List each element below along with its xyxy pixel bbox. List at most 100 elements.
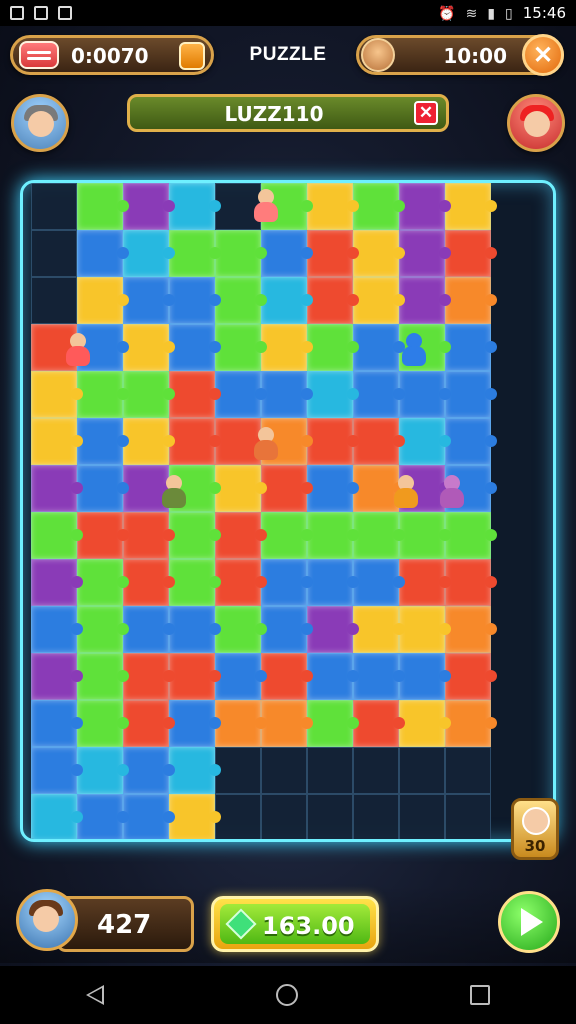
puzzle-piece[interactable] [261, 465, 313, 512]
pause-button[interactable] [179, 42, 205, 70]
puzzle-piece[interactable] [77, 794, 129, 839]
puzzle-piece[interactable] [307, 606, 359, 653]
puzzle-piece[interactable] [261, 700, 313, 747]
puzzle-piece[interactable] [399, 559, 451, 606]
close-button[interactable]: ✕ [522, 34, 564, 76]
puzzle-piece[interactable] [261, 371, 313, 418]
empty-slot[interactable] [399, 794, 445, 839]
puzzle-piece[interactable] [77, 653, 129, 700]
empty-slot[interactable] [261, 747, 307, 794]
puzzle-piece[interactable] [445, 277, 497, 324]
puzzle-piece[interactable] [353, 559, 405, 606]
puzzle-piece[interactable] [445, 559, 497, 606]
puzzle-piece[interactable] [353, 700, 405, 747]
puzzle-piece[interactable] [123, 230, 175, 277]
puzzle-piece[interactable] [31, 512, 83, 559]
empty-slot[interactable] [353, 794, 399, 839]
puzzle-piece[interactable] [445, 324, 497, 371]
puzzle-piece[interactable] [77, 700, 129, 747]
puzzle-piece[interactable] [261, 653, 313, 700]
empty-slot[interactable] [445, 794, 491, 839]
puzzle-piece[interactable] [77, 418, 129, 465]
puzzle-piece[interactable] [307, 230, 359, 277]
puzzle-piece[interactable] [353, 653, 405, 700]
puzzle-piece[interactable] [215, 606, 267, 653]
recent-apps-icon[interactable] [470, 985, 490, 1005]
puzzle-piece[interactable] [261, 606, 313, 653]
puzzle-piece[interactable] [123, 418, 175, 465]
puzzle-piece[interactable] [169, 606, 221, 653]
empty-slot[interactable] [261, 794, 307, 839]
puzzle-piece[interactable] [31, 794, 83, 839]
puzzle-piece[interactable] [445, 371, 497, 418]
puzzle-piece[interactable] [445, 700, 497, 747]
puzzle-piece[interactable] [215, 324, 267, 371]
puzzle-piece[interactable] [445, 606, 497, 653]
puzzle-piece[interactable] [399, 230, 451, 277]
puzzle-piece[interactable] [169, 418, 221, 465]
puzzle-piece[interactable] [215, 512, 267, 559]
puzzle-piece[interactable] [77, 512, 129, 559]
puzzle-piece[interactable] [445, 230, 497, 277]
puzzle-piece[interactable] [169, 700, 221, 747]
puzzle-piece[interactable] [169, 277, 221, 324]
puzzle-piece[interactable] [445, 653, 497, 700]
puzzle-piece[interactable] [215, 700, 267, 747]
empty-slot[interactable] [307, 747, 353, 794]
empty-slot[interactable] [445, 747, 491, 794]
puzzle-piece[interactable] [399, 277, 451, 324]
player-avatar[interactable] [11, 94, 69, 152]
puzzle-piece[interactable] [123, 794, 175, 839]
puzzle-piece[interactable] [123, 512, 175, 559]
puzzle-piece[interactable] [353, 183, 405, 230]
puzzle-piece[interactable] [399, 606, 451, 653]
puzzle-piece[interactable] [399, 183, 451, 230]
puzzle-piece[interactable] [169, 183, 221, 230]
puzzle-piece[interactable] [77, 747, 129, 794]
puzzle-piece[interactable] [123, 183, 175, 230]
puzzle-piece[interactable] [307, 512, 359, 559]
puzzle-piece[interactable] [169, 512, 221, 559]
puzzle-piece[interactable] [123, 277, 175, 324]
puzzle-piece[interactable] [31, 371, 83, 418]
empty-slot[interactable] [215, 747, 261, 794]
puzzle-piece[interactable] [353, 371, 405, 418]
puzzle-piece[interactable] [261, 277, 313, 324]
puzzle-piece[interactable] [169, 747, 221, 794]
puzzle-piece[interactable] [353, 277, 405, 324]
puzzle-piece[interactable] [123, 559, 175, 606]
puzzle-piece[interactable] [31, 559, 83, 606]
puzzle-piece[interactable] [307, 324, 359, 371]
puzzle-piece[interactable] [77, 183, 129, 230]
empty-slot[interactable] [399, 747, 445, 794]
puzzle-piece[interactable] [169, 371, 221, 418]
puzzle-piece[interactable] [307, 183, 359, 230]
puzzle-piece[interactable] [169, 653, 221, 700]
puzzle-piece[interactable] [307, 653, 359, 700]
puzzle-piece[interactable] [123, 606, 175, 653]
puzzle-piece[interactable] [215, 230, 267, 277]
puzzle-piece[interactable] [169, 230, 221, 277]
puzzle-piece[interactable] [123, 700, 175, 747]
puzzle-piece[interactable] [353, 324, 405, 371]
puzzle-piece[interactable] [353, 606, 405, 653]
clear-word-button[interactable]: ✕ [414, 101, 438, 125]
puzzle-piece[interactable] [261, 230, 313, 277]
puzzle-piece[interactable] [31, 465, 83, 512]
puzzle-piece[interactable] [123, 324, 175, 371]
puzzle-piece[interactable] [399, 418, 451, 465]
back-icon[interactable] [86, 985, 104, 1005]
puzzle-piece[interactable] [215, 559, 267, 606]
puzzle-piece[interactable] [399, 512, 451, 559]
puzzle-piece[interactable] [215, 371, 267, 418]
puzzle-piece[interactable] [77, 277, 129, 324]
puzzle-piece[interactable] [77, 230, 129, 277]
play-button[interactable] [498, 891, 560, 953]
rival-avatar[interactable] [507, 94, 565, 152]
empty-slot[interactable] [31, 183, 77, 230]
puzzle-piece[interactable] [215, 465, 267, 512]
puzzle-piece[interactable] [77, 606, 129, 653]
puzzle-piece[interactable] [31, 747, 83, 794]
empty-slot[interactable] [31, 230, 77, 277]
puzzle-piece[interactable] [353, 512, 405, 559]
